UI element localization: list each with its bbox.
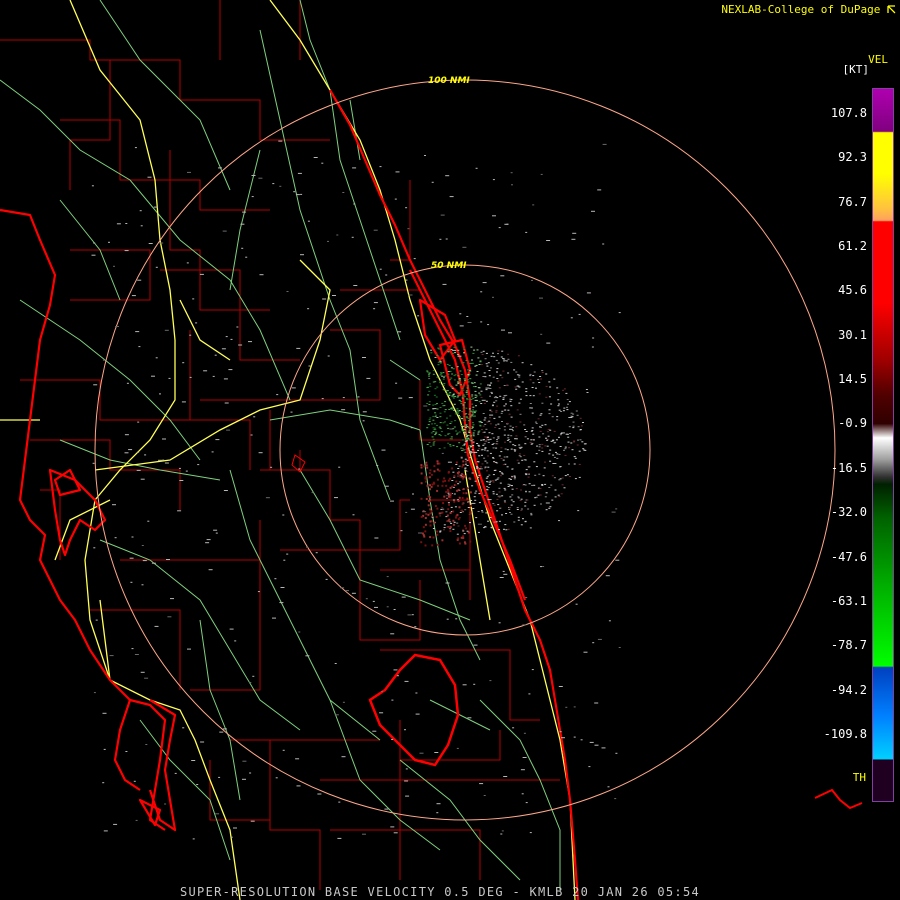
legend-tick: -94.2 [830,682,867,697]
credit-text: NEXLAB-College of DuPage [721,3,881,16]
legend-tick: 107.8 [830,106,867,120]
legend-tick: -78.7 [830,638,867,653]
radar-map: 100 NMI 50 NMI [0,0,863,900]
legend-product: VEL [868,53,888,66]
legend-tick: -32.0 [830,505,867,520]
legend-tick: 14.5 [838,372,867,387]
legend-tick: -0.9 [838,416,867,431]
legend-th-label: TH [852,771,866,784]
lake-okeechobee [368,653,460,767]
range-ring-100nmi-label: 100 NMI [428,76,470,86]
legend-tick: 45.6 [838,283,867,298]
legend-tick: 30.1 [838,327,867,342]
legend-unit: [KT] [842,63,870,76]
legend-tick: -47.6 [830,549,867,564]
legend-tick: 76.7 [838,194,867,209]
legend-tick: 61.2 [838,239,867,254]
header-credit: NEXLAB-College of DuPage [721,3,896,16]
product-footer: SUPER-RESOLUTION BASE VELOCITY 0.5 DEG -… [180,885,701,899]
range-ring-100nmi [94,79,836,821]
legend-tick: 92.3 [838,150,867,165]
legend-colorbar [872,88,894,802]
legend-tick: -63.1 [830,593,867,608]
legend-tick: -109.8 [823,726,867,741]
coastline [0,89,580,900]
arrow-corner-icon [887,5,896,14]
legend-tick: -16.5 [830,460,867,475]
range-ring-50nmi-label: 50 NMI [431,261,467,271]
th-squiggle [814,788,863,810]
range-ring-50nmi [279,264,651,636]
